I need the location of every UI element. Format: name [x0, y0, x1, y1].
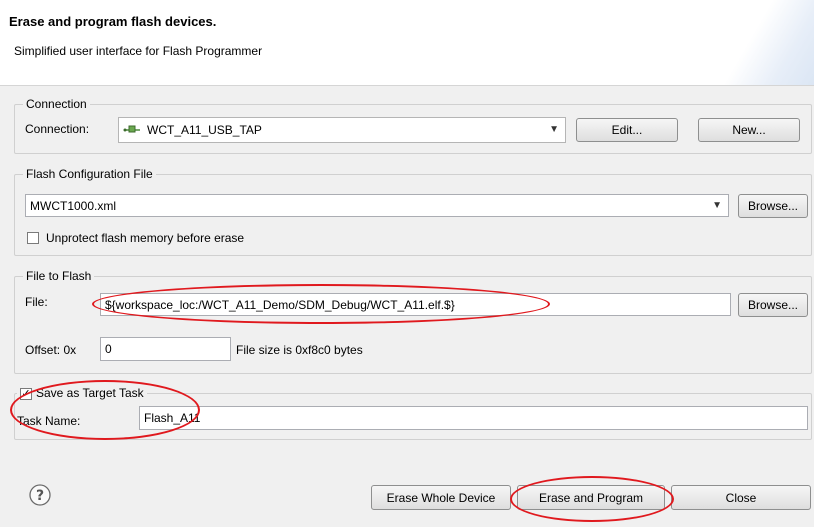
offset-label: Offset: 0x [25, 343, 77, 357]
close-button[interactable]: Close [671, 485, 811, 510]
unprotect-label[interactable]: Unprotect flash memory before erase [46, 231, 244, 245]
offset-input[interactable] [100, 337, 231, 361]
file-to-flash-group-title: File to Flash [23, 269, 95, 283]
browse-file-button[interactable]: Browse... [738, 293, 808, 317]
browse-config-button[interactable]: Browse... [738, 194, 808, 218]
dialog-title: Erase and program flash devices. [9, 14, 217, 29]
edit-connection-button[interactable]: Edit... [576, 118, 678, 142]
connection-group: Connection Connection: WCT_A11_USB_TAP ▼… [14, 97, 812, 154]
file-label: File: [25, 295, 48, 309]
flash-config-value: MWCT1000.xml [30, 198, 117, 213]
header-decoration [724, 0, 814, 85]
chevron-down-icon[interactable]: ▼ [712, 200, 722, 211]
erase-whole-device-button[interactable]: Erase Whole Device [371, 485, 511, 510]
file-to-flash-group: File to Flash File: Browse... Offset: 0x… [14, 269, 812, 374]
connection-group-title: Connection [23, 97, 90, 111]
file-path-input[interactable] [100, 293, 731, 316]
dialog-header: Erase and program flash devices. Simplif… [0, 0, 814, 86]
dialog-subtitle: Simplified user interface for Flash Prog… [14, 44, 263, 58]
save-task-label[interactable]: Save as Target Task [36, 386, 144, 400]
unprotect-checkbox[interactable] [27, 232, 39, 244]
connection-label: Connection: [25, 122, 90, 136]
connection-select[interactable]: WCT_A11_USB_TAP ▼ [118, 117, 566, 143]
erase-and-program-button[interactable]: Erase and Program [517, 485, 665, 510]
usb-connection-icon [123, 123, 141, 137]
svg-text:?: ? [36, 488, 44, 504]
flash-config-group-title: Flash Configuration File [23, 167, 156, 181]
target-task-group: ✓ Save as Target Task Task Name: [14, 386, 812, 440]
flash-config-select[interactable]: MWCT1000.xml ▼ [25, 194, 729, 217]
save-task-checkbox[interactable]: ✓ [20, 387, 32, 400]
task-name-label: Task Name: [17, 414, 81, 428]
flash-config-group: Flash Configuration File MWCT1000.xml ▼ … [14, 167, 812, 256]
help-icon[interactable]: ? [29, 484, 51, 506]
connection-value: WCT_A11_USB_TAP [147, 123, 262, 137]
save-task-title[interactable]: ✓ Save as Target Task [17, 386, 147, 400]
file-size-label: File size is 0xf8c0 bytes [236, 343, 363, 357]
chevron-down-icon[interactable]: ▼ [549, 124, 559, 135]
new-connection-button[interactable]: New... [698, 118, 800, 142]
task-name-input[interactable] [139, 406, 808, 430]
